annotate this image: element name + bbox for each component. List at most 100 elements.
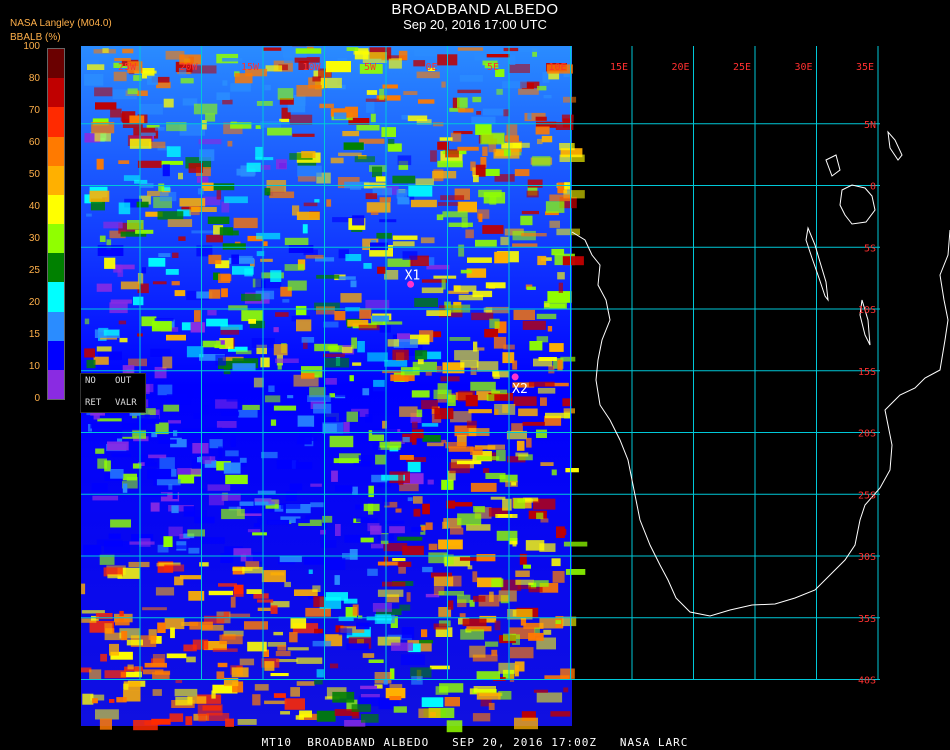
albedo-cell (429, 665, 450, 670)
albedo-cell (298, 426, 312, 437)
albedo-cell (377, 561, 399, 566)
albedo-cell (552, 571, 565, 583)
albedo-cell (486, 394, 495, 402)
albedo-cell (257, 599, 274, 603)
albedo-cell (470, 482, 497, 492)
longitude-label: 20E (672, 62, 690, 73)
albedo-cell (448, 446, 474, 452)
albedo-cell (392, 334, 398, 340)
albedo-cell (175, 697, 193, 706)
albedo-cell (97, 418, 122, 422)
albedo-cell (370, 211, 379, 215)
albedo-cell (462, 618, 487, 627)
albedo-cell (379, 441, 402, 448)
albedo-cell (316, 274, 340, 279)
albedo-cell (273, 405, 297, 411)
albedo-cell (323, 558, 346, 570)
albedo-cell (277, 645, 287, 651)
albedo-cell (371, 543, 384, 549)
albedo-cell (509, 674, 515, 682)
albedo-cell (415, 178, 434, 185)
albedo-cell (290, 687, 300, 697)
albedo-cell (491, 578, 504, 588)
albedo-cell (492, 370, 500, 377)
albedo-cell (489, 591, 494, 602)
albedo-cell (109, 699, 115, 703)
albedo-cell (212, 648, 238, 652)
latitude-label: 10S (858, 305, 876, 316)
albedo-cell (183, 506, 195, 517)
albedo-cell (440, 195, 465, 201)
albedo-cell (220, 324, 243, 330)
albedo-cell (110, 519, 131, 528)
albedo-cell (533, 689, 548, 693)
albedo-cell (260, 258, 273, 262)
albedo-cell (421, 287, 444, 294)
albedo-cell (127, 88, 138, 95)
albedo-cell (448, 222, 473, 227)
albedo-cell (242, 404, 260, 410)
albedo-cell (421, 400, 438, 409)
albedo-cell (338, 276, 356, 280)
albedo-cell (562, 256, 584, 266)
albedo-cell (139, 103, 163, 115)
albedo-cell (430, 712, 436, 717)
albedo-cell (225, 450, 239, 457)
albedo-cell (137, 160, 162, 168)
albedo-cell (388, 58, 402, 69)
albedo-cell (96, 539, 123, 547)
albedo-cell (506, 124, 518, 136)
albedo-cell (332, 691, 355, 703)
albedo-cell (319, 103, 334, 109)
albedo-cell (287, 280, 307, 291)
albedo-cell (435, 686, 449, 695)
albedo-cell (559, 154, 585, 162)
albedo-cell (135, 229, 154, 234)
albedo-cell (276, 459, 299, 470)
albedo-cell (392, 241, 415, 247)
albedo-cell (303, 557, 324, 565)
albedo-cell (433, 122, 444, 127)
albedo-cell (295, 305, 307, 316)
albedo-cell (104, 257, 116, 269)
albedo-cell (536, 692, 563, 703)
albedo-cell (457, 47, 484, 51)
albedo-cell (128, 561, 150, 568)
albedo-cell (264, 395, 281, 403)
albedo-cell (509, 55, 516, 65)
albedo-cell (190, 322, 205, 333)
albedo-cell (441, 279, 446, 290)
albedo-cell (102, 48, 109, 53)
albedo-cell (303, 202, 318, 207)
albedo-cell (221, 274, 232, 282)
albedo-cell (488, 143, 497, 153)
longitude-label: 10W (303, 62, 322, 73)
albedo-cell (545, 412, 571, 419)
albedo-cell (476, 671, 500, 680)
albedo-cell (548, 365, 555, 374)
albedo-cell (260, 357, 270, 368)
albedo-cell (419, 639, 433, 644)
albedo-cell (535, 116, 547, 121)
albedo-cell (121, 631, 128, 641)
albedo-cell (494, 251, 509, 264)
albedo-cell (270, 605, 278, 614)
albedo-cell (221, 288, 228, 298)
albedo-cell (485, 282, 506, 289)
albedo-cell (162, 356, 173, 369)
albedo-cell (457, 201, 477, 213)
albedo-cell (338, 628, 353, 636)
albedo-cell (425, 371, 432, 376)
albedo-cell (217, 662, 228, 668)
albedo-cell (301, 337, 315, 343)
albedo-cell (242, 566, 264, 574)
albedo-cell (538, 357, 557, 361)
albedo-cell (375, 454, 386, 465)
albedo-cell (314, 343, 338, 352)
albedo-cell (473, 506, 485, 513)
albedo-cell (536, 313, 557, 320)
albedo-cell (473, 341, 478, 352)
albedo-cell (163, 536, 173, 547)
albedo-cell (446, 720, 463, 733)
albedo-cell (469, 645, 486, 658)
